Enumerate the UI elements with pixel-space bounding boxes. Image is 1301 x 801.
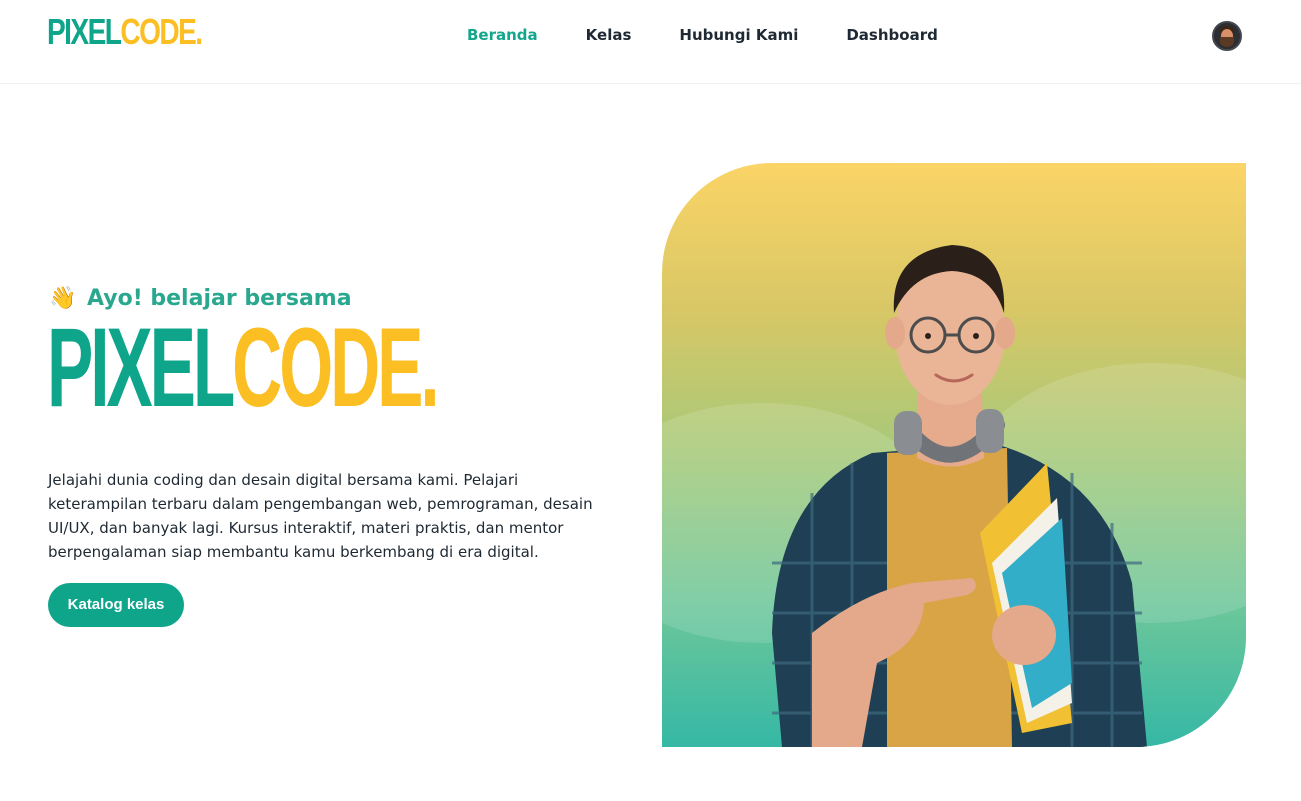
logo[interactable]: PIXELCODE. (47, 11, 203, 52)
logo-part-code: CODE. (120, 11, 203, 52)
hero-description: Jelajahi dunia coding dan desain digital… (48, 471, 593, 561)
avatar-beard (1220, 37, 1234, 47)
nav-item-kelas[interactable]: Kelas (586, 24, 632, 46)
site-header: PIXELCODE. Beranda Kelas Hubungi Kami Da… (0, 0, 1301, 84)
catalog-button[interactable]: Katalog kelas (48, 583, 184, 627)
user-avatar[interactable] (1212, 21, 1242, 51)
hero-title-code: CODE. (232, 305, 440, 430)
nav-item-dashboard[interactable]: Dashboard (846, 24, 937, 46)
main-nav: Beranda Kelas Hubungi Kami Dashboard (467, 24, 986, 46)
nav-item-beranda[interactable]: Beranda (467, 24, 538, 46)
hero-image (662, 163, 1246, 747)
hero-title-pixel: PIXEL (47, 305, 235, 430)
logo-part-pixel: PIXEL (47, 11, 122, 52)
nav-item-hubungi-kami[interactable]: Hubungi Kami (679, 24, 798, 46)
hero-title: PIXELCODE. (47, 312, 440, 424)
student-illustration (772, 245, 1147, 747)
